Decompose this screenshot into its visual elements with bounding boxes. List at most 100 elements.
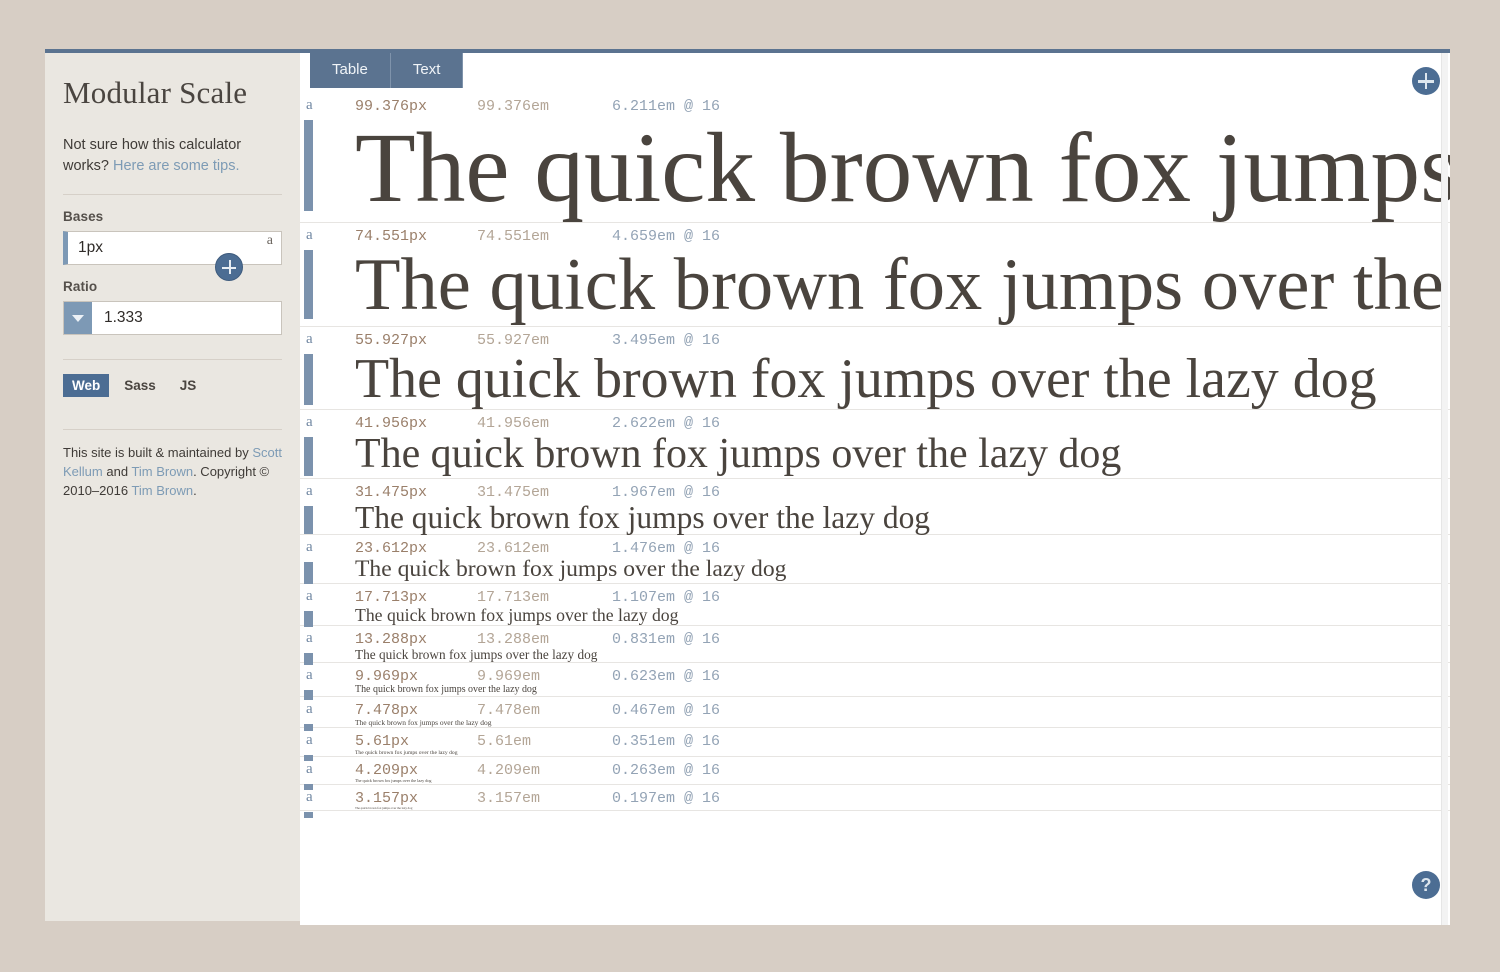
scale-row: a 9.969px 9.969em 0.623em @ 16 The quick bro… bbox=[300, 663, 1450, 700]
bases-label: Bases bbox=[63, 209, 104, 225]
row-metric-px: 23.612px bbox=[355, 540, 428, 558]
row-metric-rem: 0.351em @ 16 bbox=[612, 733, 721, 751]
row-metric-em: 3.157em bbox=[477, 789, 541, 807]
row-letter-marker: a bbox=[306, 701, 313, 718]
scale-row: a 99.376px 99.376em 6.211em @ 16 The quick b… bbox=[300, 93, 1450, 224]
row-metrics: 55.927px 55.927em 3.495em @ 16 bbox=[355, 327, 1450, 349]
row-metrics: 41.956px 41.956em 2.622em @ 16 bbox=[355, 410, 1450, 432]
row-metric-rem: 1.967em @ 16 bbox=[612, 483, 721, 501]
tab-text[interactable]: Text bbox=[390, 53, 464, 88]
scale-row: a 17.713px 17.713em 1.107em @ 16 The quick b… bbox=[300, 584, 1450, 628]
bases-unit-marker: a bbox=[266, 233, 273, 249]
row-metric-rem: 4.659em @ 16 bbox=[612, 228, 721, 246]
row-metrics: 13.288px 13.288em 0.831em @ 16 bbox=[355, 626, 1450, 648]
vertical-scrollbar[interactable] bbox=[1441, 53, 1448, 925]
row-sample-text: The quick brown fox jumps over the lazy … bbox=[355, 805, 413, 810]
row-sample-text: The quick brown fox jumps over the lazy … bbox=[355, 604, 679, 625]
row-metric-rem: 0.197em @ 16 bbox=[612, 789, 721, 807]
row-metric-px: 17.713px bbox=[355, 588, 428, 606]
row-metric-px: 7.478px bbox=[355, 702, 419, 720]
credits-part-2: and bbox=[102, 464, 132, 479]
add-row-button[interactable] bbox=[1412, 67, 1440, 95]
bases-input-value: 1px bbox=[78, 239, 103, 257]
sidebar: Modular Scale Not sure how this calculat… bbox=[45, 49, 300, 921]
tips-link[interactable]: Here are some tips. bbox=[113, 158, 240, 174]
row-sample-text: The quick brown fox jumps over the lazy … bbox=[355, 499, 931, 535]
row-metric-em: 9.969em bbox=[477, 668, 541, 686]
language-tab-group: Web Sass JS bbox=[63, 359, 282, 398]
row-metric-rem: 1.476em @ 16 bbox=[612, 540, 721, 558]
row-metric-px: 41.956px bbox=[355, 415, 428, 433]
add-base-button[interactable] bbox=[215, 253, 243, 282]
row-sample-text: The quick brown fox jumps over the lazy … bbox=[355, 347, 1377, 410]
help-button[interactable]: ? bbox=[1412, 871, 1440, 899]
row-size-bar bbox=[304, 250, 313, 319]
ratio-label: Ratio bbox=[63, 279, 98, 295]
credits-part-4: . bbox=[193, 482, 197, 498]
lang-tab-js[interactable]: JS bbox=[171, 374, 206, 397]
sidebar-divider-1 bbox=[63, 194, 282, 196]
chevron-down-icon[interactable] bbox=[64, 302, 92, 335]
row-metric-px: 4.209px bbox=[355, 762, 419, 780]
row-size-bar bbox=[304, 610, 313, 628]
app-window: Modular Scale Not sure how this calculat… bbox=[45, 49, 1450, 925]
row-letter-marker: a bbox=[306, 330, 313, 347]
row-size-bar bbox=[304, 120, 313, 212]
credits-text: This site is built & maintained by Scott… bbox=[63, 429, 282, 501]
row-metric-em: 7.478em bbox=[477, 702, 541, 720]
row-metric-em: 31.475em bbox=[477, 483, 550, 501]
row-letter-marker: a bbox=[306, 761, 313, 778]
row-metric-px: 74.551px bbox=[355, 228, 428, 246]
scale-row: a 23.612px 23.612em 1.476em @ 16 The quick b… bbox=[300, 535, 1450, 585]
row-metric-em: 13.288em bbox=[477, 631, 550, 649]
lang-tab-web[interactable]: Web bbox=[63, 374, 110, 398]
row-size-bar bbox=[304, 811, 313, 818]
ratio-select[interactable]: 1.333 bbox=[63, 301, 282, 336]
lang-tab-sass[interactable]: Sass bbox=[115, 374, 165, 397]
row-letter-marker: a bbox=[306, 667, 313, 684]
row-letter-marker: a bbox=[306, 97, 313, 113]
row-metrics: 3.157px 3.157em 0.197em @ 16 bbox=[355, 785, 1450, 807]
row-size-bar bbox=[304, 562, 313, 585]
row-metrics: 4.209px 4.209em 0.263em @ 16 bbox=[355, 757, 1450, 779]
row-letter-marker: a bbox=[306, 587, 313, 604]
scale-row: a 41.956px 41.956em 2.622em @ 16 The quick b… bbox=[300, 410, 1450, 479]
row-metric-px: 13.288px bbox=[355, 631, 428, 649]
scale-row: a 55.927px 55.927em 3.495em @ 16 The quick b… bbox=[300, 327, 1450, 411]
scale-row: a 13.288px 13.288em 0.831em @ 16 The quick b… bbox=[300, 626, 1450, 666]
bases-input[interactable]: 1px a bbox=[63, 231, 282, 266]
row-metric-rem: 0.263em @ 16 bbox=[612, 762, 721, 780]
row-metric-em: 4.209em bbox=[477, 762, 541, 780]
row-metric-em: 17.713em bbox=[477, 588, 550, 606]
row-metric-px: 9.969px bbox=[355, 668, 419, 686]
row-letter-marker: a bbox=[306, 482, 313, 499]
row-letter-marker: a bbox=[306, 227, 313, 244]
row-sample-text: The quick brown fox jumps over the lazy … bbox=[355, 244, 1450, 327]
row-metrics: 23.612px 23.612em 1.476em @ 16 bbox=[355, 535, 1450, 557]
credits-link-tim-brown-2[interactable]: Tim Brown bbox=[131, 483, 193, 498]
tab-table[interactable]: Table bbox=[310, 53, 391, 88]
scale-row-list: a 99.376px 99.376em 6.211em @ 16 The quick b… bbox=[300, 93, 1450, 925]
row-size-bar bbox=[304, 437, 313, 476]
row-sample-text: The quick brown fox jumps over the lazy … bbox=[355, 718, 492, 728]
row-metrics: 99.376px 99.376em 6.211em @ 16 bbox=[355, 93, 1450, 115]
row-sample-text: The quick brown fox jumps over the lazy … bbox=[355, 556, 787, 583]
row-metric-em: 41.956em bbox=[477, 415, 550, 433]
row-letter-marker: a bbox=[306, 539, 313, 556]
scale-row: a 7.478px 7.478em 0.467em @ 16 The quick bro… bbox=[300, 697, 1450, 732]
bases-field-group: 1px a bbox=[63, 231, 282, 282]
row-metric-em: 74.551em bbox=[477, 228, 550, 246]
scale-row: a 5.61px 5.61em 0.351em @ 16 The quick brown… bbox=[300, 728, 1450, 762]
row-size-bar bbox=[304, 353, 313, 406]
row-letter-marker: a bbox=[306, 788, 313, 805]
view-tab-group: Table Text bbox=[310, 53, 464, 88]
row-metric-px: 55.927px bbox=[355, 331, 428, 349]
row-metrics: 31.475px 31.475em 1.967em @ 16 bbox=[355, 479, 1450, 501]
tips-text: Not sure how this calculator works? Here… bbox=[63, 135, 282, 176]
row-metric-rem: 0.623em @ 16 bbox=[612, 668, 721, 686]
ratio-select-value: 1.333 bbox=[104, 309, 143, 327]
row-metric-em: 55.927em bbox=[477, 331, 550, 349]
credits-link-tim-brown[interactable]: Tim Brown bbox=[131, 464, 193, 479]
row-metric-px: 3.157px bbox=[355, 789, 419, 807]
main-panel: Table Text a 99.376px 99.376em 6.211em @ 16 T… bbox=[300, 49, 1450, 925]
